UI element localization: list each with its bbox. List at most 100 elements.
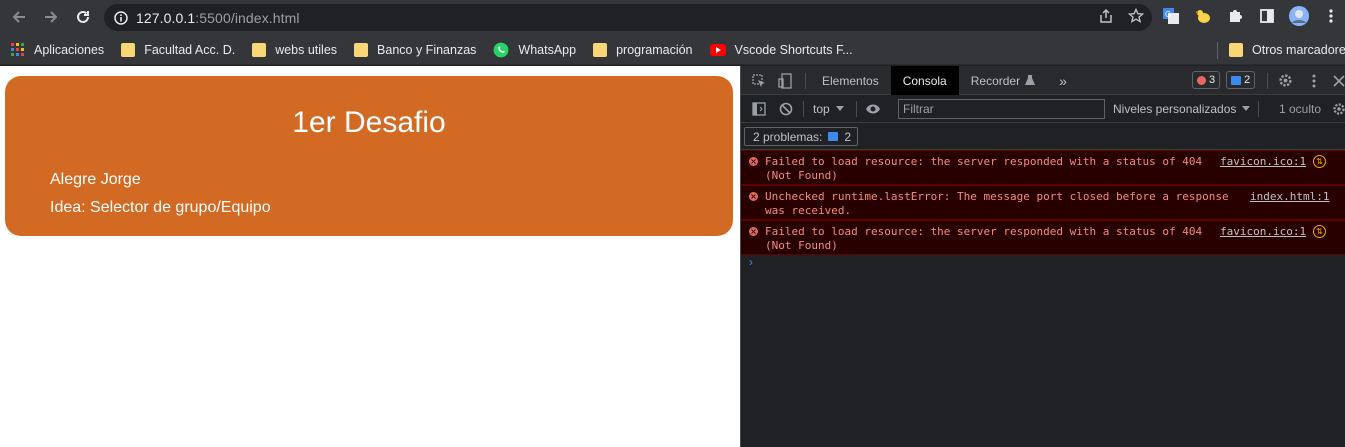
log-levels-label: Niveles personalizados: [1113, 102, 1237, 116]
error-icon: ×: [749, 227, 758, 236]
extension-chick-icon[interactable]: [1192, 5, 1214, 27]
reload-button[interactable]: [70, 4, 96, 30]
console-prompt[interactable]: ›: [749, 255, 753, 269]
bookmark-label: Banco y Finanzas: [377, 43, 477, 57]
bookmark-programacion[interactable]: programación: [593, 43, 693, 57]
tab-divider: [805, 73, 806, 89]
url-host: 127.0.0.1: [136, 9, 196, 26]
filter-divider: [856, 101, 857, 117]
forward-button[interactable]: [38, 4, 64, 30]
page-title: 1er Desafio: [292, 106, 446, 139]
console-source-link[interactable]: favicon.ico:1: [1220, 225, 1306, 238]
bookmark-label: programación: [616, 43, 693, 57]
arrow-left-icon: [12, 11, 25, 23]
problems-count: 2: [844, 129, 852, 144]
bookmark-label: Vscode Shortcuts F...: [734, 43, 853, 57]
eye-icon[interactable]: [865, 101, 881, 117]
arrow-right-icon: [45, 11, 58, 23]
bookmarks-bar: Aplicaciones Facultad Acc. D. webs utile…: [0, 35, 1345, 65]
svg-text:G: G: [1165, 10, 1171, 19]
devtools-panel: Elementos Consola Recorder » 3 2 top Fil…: [740, 66, 1345, 447]
side-panel-icon[interactable]: [1256, 5, 1278, 27]
problems-button[interactable]: 2 problemas: 2: [744, 127, 859, 146]
console-message-text: Unchecked runtime.lastError: The message…: [765, 190, 1229, 217]
console-error-message: × Failed to load resource: the server re…: [741, 220, 1345, 255]
info-icon: [114, 10, 128, 25]
tab-recorder[interactable]: Recorder: [959, 66, 1047, 95]
bookmark-aplicaciones[interactable]: Aplicaciones: [11, 43, 104, 57]
browser-toolbar: 127.0.0.1:5500/index.html G: [0, 0, 1345, 35]
header-card: 1er Desafio Alegre Jorge Idea: Selector …: [5, 76, 733, 236]
caret-down-icon: [835, 106, 844, 111]
filter-divider: [1258, 101, 1259, 117]
message-icon: [828, 132, 839, 141]
console-source-link[interactable]: index.html:1: [1250, 190, 1329, 203]
message-icon: [1231, 75, 1242, 85]
address-bar[interactable]: 127.0.0.1:5500/index.html: [104, 4, 1152, 31]
hidden-count: 1 oculto: [1279, 102, 1322, 116]
bookmark-label: webs utiles: [275, 43, 338, 57]
idea-text: Idea: Selector de grupo/Equipo: [50, 199, 271, 216]
bookmark-otros-marcadores[interactable]: Otros marcadores: [1229, 43, 1345, 57]
share-icon[interactable]: [1098, 8, 1114, 24]
caret-down-icon: [1242, 106, 1251, 111]
network-request-icon[interactable]: ⇅: [1313, 225, 1326, 238]
url-text: 127.0.0.1:5500/index.html: [136, 10, 300, 26]
folder-icon: [354, 43, 369, 57]
google-translate-icon[interactable]: G: [1160, 5, 1182, 27]
flask-icon: [1025, 75, 1036, 85]
console-filter-bar: top Filtrar Niveles personalizados 1 ocu…: [741, 95, 1345, 123]
issues-bar: 2 problemas: 2: [741, 123, 1345, 150]
error-icon: ×: [749, 192, 758, 201]
clear-console-icon[interactable]: [778, 101, 794, 117]
filter-divider: [803, 101, 804, 117]
folder-icon: [1229, 43, 1243, 57]
url-path: :5500/index.html: [195, 9, 300, 26]
bookmark-banco[interactable]: Banco y Finanzas: [354, 43, 476, 57]
devtools-menu-icon[interactable]: [1306, 73, 1322, 89]
filter-input[interactable]: Filtrar: [898, 99, 1105, 119]
console-error-message: × Failed to load resource: the server re…: [741, 150, 1345, 185]
more-tabs-button[interactable]: »: [1047, 66, 1079, 95]
context-selector[interactable]: top: [813, 102, 844, 116]
star-icon[interactable]: [1128, 8, 1144, 24]
bookmark-label: Otros marcadores: [1252, 43, 1345, 57]
close-icon[interactable]: [1331, 73, 1345, 89]
sidebar-toggle-icon[interactable]: [751, 101, 767, 117]
tab-elementos[interactable]: Elementos: [810, 66, 891, 95]
bookmark-label: Facultad Acc. D.: [144, 43, 236, 57]
bookmark-vscode-shortcuts[interactable]: Vscode Shortcuts F...: [709, 43, 853, 57]
error-count-badge[interactable]: 3: [1192, 71, 1221, 89]
network-request-icon[interactable]: ⇅: [1313, 155, 1326, 168]
log-levels-dropdown[interactable]: Niveles personalizados: [1113, 102, 1251, 116]
apps-grid-icon: [11, 43, 24, 56]
extensions-puzzle-icon[interactable]: [1224, 5, 1246, 27]
reload-icon: [77, 10, 89, 23]
youtube-icon: [709, 44, 726, 56]
tab-consola[interactable]: Consola: [890, 66, 959, 95]
bookmark-whatsapp[interactable]: WhatsApp: [493, 42, 576, 58]
console-source-link[interactable]: favicon.ico:1: [1220, 155, 1306, 168]
back-button[interactable]: [6, 4, 32, 30]
inspect-element-icon[interactable]: [751, 73, 767, 89]
error-icon: [1197, 75, 1206, 85]
folder-icon: [252, 43, 267, 57]
filter-placeholder: Filtrar: [903, 102, 934, 116]
bookmark-label: WhatsApp: [518, 43, 577, 57]
settings-gear-icon[interactable]: [1277, 72, 1293, 88]
console-message-text: Failed to load resource: the server resp…: [765, 155, 1203, 182]
folder-icon: [593, 43, 608, 57]
author-name: Alegre Jorge: [50, 171, 141, 188]
bookmark-label: Aplicaciones: [34, 43, 105, 57]
message-count-badge[interactable]: 2: [1226, 71, 1256, 89]
whatsapp-icon: [493, 42, 509, 58]
bookmark-webs-utiles[interactable]: webs utiles: [252, 43, 337, 57]
folder-icon: [121, 43, 136, 57]
profile-avatar[interactable]: [1288, 5, 1310, 27]
tab-recorder-label: Recorder: [970, 73, 1021, 88]
console-settings-icon[interactable]: [1331, 101, 1345, 117]
context-label: top: [813, 102, 830, 116]
menu-dots-icon[interactable]: [1320, 5, 1342, 27]
bookmark-facultad[interactable]: Facultad Acc. D.: [121, 43, 235, 57]
device-toolbar-icon[interactable]: [777, 73, 793, 89]
